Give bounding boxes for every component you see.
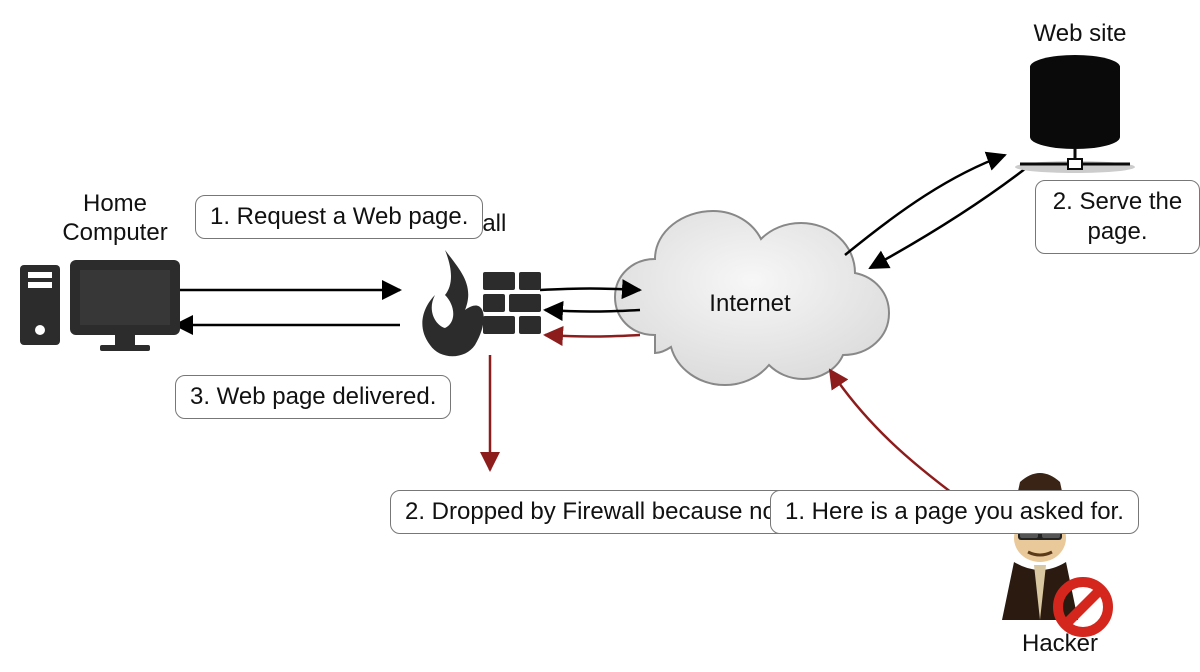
firewall-icon (422, 250, 541, 356)
arrow-firewall-to-internet (540, 289, 640, 291)
hacker-label: Hacker (990, 630, 1130, 659)
arrow-internet-to-firewall-hacker (545, 335, 640, 337)
website-server-icon (1015, 55, 1135, 173)
callout-request-page: 1. Request a Web page. (195, 195, 483, 239)
arrow-website-to-internet (870, 165, 1030, 268)
website-label: Web site (1010, 20, 1150, 49)
callout-serve-page: 2. Serve the page. (1035, 180, 1200, 254)
home-computer-label: Home Computer (40, 190, 190, 248)
callout-here-is-page: 1. Here is a page you asked for. (770, 490, 1139, 534)
diagram-canvas (0, 0, 1200, 672)
arrow-internet-to-firewall (545, 310, 640, 312)
internet-label: Internet (690, 290, 810, 319)
arrow-internet-to-website (845, 155, 1005, 255)
callout-page-delivered: 3. Web page delivered. (175, 375, 451, 419)
home-computer-icon (20, 260, 180, 351)
arrow-hacker-to-internet (830, 370, 975, 510)
